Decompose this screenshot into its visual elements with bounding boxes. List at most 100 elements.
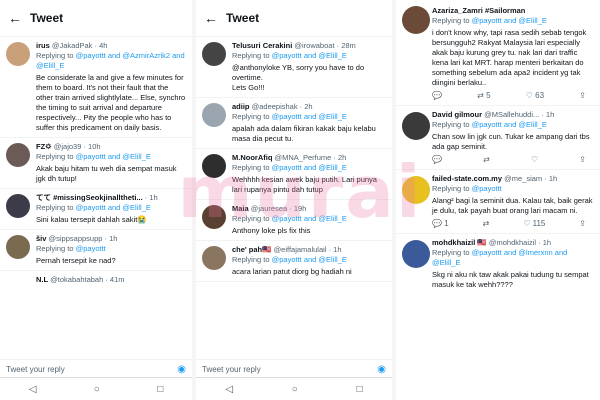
author-name[interactable]: Azariza_Zamri #Sailorman — [432, 6, 525, 15]
tweet-reply[interactable]: Azariza_Zamri #Sailorman Replying to @pa… — [396, 0, 600, 106]
like-icon[interactable]: ♡ — [531, 155, 538, 165]
replying-to-label: Replying to — [432, 16, 472, 25]
author-handle: · 1h — [144, 193, 158, 202]
page-title: Tweet — [30, 11, 64, 25]
android-nav-bar: ◁ ○ □ — [0, 377, 192, 400]
retweet-icon[interactable]: ⇄ — [483, 155, 490, 165]
like-button[interactable]: ♡ 115 — [523, 219, 545, 229]
author-name[interactable]: adiip — [232, 102, 250, 111]
reply-composer[interactable]: Tweet your reply ◉ — [196, 359, 392, 378]
mention-links[interactable]: @payottt and @Elill_E — [272, 163, 347, 172]
tweet-reply[interactable]: mohdkhaizil 🇲🇾 @mohdkhaizil · 1h Replyin… — [396, 234, 600, 294]
avatar[interactable] — [6, 42, 30, 66]
tweet-actions: 💬 ⇄ 5 ♡ 63 ⇪ — [432, 91, 594, 101]
share-icon[interactable]: ⇪ — [579, 155, 586, 165]
mention-links[interactable]: @payottt and @Elill_E — [472, 16, 547, 25]
mention-links[interactable]: @payottt and @Elill_E — [472, 120, 547, 129]
tweet-reply[interactable]: Maia @jauresea · 19h Replying to @payott… — [196, 200, 392, 241]
tweet-reply[interactable]: FZ🌣 @jajo39 · 10h Replying to @payottt a… — [0, 138, 192, 189]
reply-icon[interactable]: 💬 — [432, 155, 442, 165]
mention-links[interactable]: @payottt and @Elill_E — [272, 51, 347, 60]
share-icon[interactable]: ⇪ — [579, 219, 586, 229]
author-name[interactable]: てて #missingSeokjinalltheti... — [36, 193, 143, 202]
author-name[interactable]: Maia — [232, 204, 249, 213]
author-name[interactable]: šiv — [36, 234, 46, 243]
tweet-text: Skg ni aku nk taw akak pakai tudung tu s… — [432, 270, 589, 289]
tweet-actions: 💬 1 ⇄ ♡ 115 ⇪ — [432, 219, 594, 229]
avatar[interactable] — [402, 112, 430, 140]
tweet-reply[interactable]: šiv @sippsappsupp · 1h Replying to @payo… — [0, 230, 192, 271]
tweet-reply[interactable]: David gilmour @MSallehuddi... · 1h Reply… — [396, 106, 600, 170]
thread-header: ← Tweet — [196, 0, 392, 37]
replying-to-label: Replying to — [232, 255, 272, 264]
tweet-reply[interactable]: てて #missingSeokjinalltheti... · 1h Reply… — [0, 189, 192, 230]
tweet-reply[interactable]: irus @JakadPak · 4h Replying to @payottt… — [0, 37, 192, 138]
author-name[interactable]: che' pah🇲🇾 — [232, 245, 271, 254]
mention-links[interactable]: @payottt and @Elill_E — [272, 112, 347, 121]
author-handle: @MSallehuddi... · 1h — [484, 110, 555, 119]
nav-back-icon[interactable]: ◁ — [29, 384, 37, 395]
tweet-reply[interactable]: Telusuri Cerakini @irowaboat · 28m Reply… — [196, 37, 392, 98]
reply-input[interactable]: Tweet your reply — [6, 365, 177, 374]
tweet-thread-panel-2: ← Tweet Telusuri Cerakini @irowaboat · 2… — [196, 0, 392, 400]
mention-links[interactable]: @payottt and @Elill_E — [272, 214, 347, 223]
back-arrow-icon[interactable]: ← — [0, 10, 30, 26]
tweet-text: Akak baju hitam tu weh dia sempat masuk … — [36, 164, 177, 183]
author-handle: @irowaboat · 28m — [294, 41, 356, 50]
author-name[interactable]: N.L — [36, 275, 48, 284]
avatar[interactable] — [202, 103, 226, 127]
avatar[interactable] — [202, 154, 226, 178]
author-handle: @sippsappsupp · 1h — [48, 234, 118, 243]
avatar[interactable] — [202, 246, 226, 270]
tweet-text: @anthonyloke YB, sorry you have to do ov… — [232, 63, 365, 92]
retweet-icon[interactable]: ⇄ — [483, 219, 490, 229]
avatar[interactable] — [402, 240, 430, 268]
mention-links[interactable]: @payottt and @Elill_E — [76, 152, 151, 161]
nav-recents-icon[interactable]: □ — [157, 384, 163, 395]
avatar[interactable] — [202, 205, 226, 229]
avatar[interactable] — [6, 194, 30, 218]
avatar[interactable] — [6, 235, 30, 259]
tweet-reply[interactable]: che' pah🇲🇾 @eiffajamalulail · 1h Replyin… — [196, 241, 392, 282]
author-handle: @me_siam · 1h — [504, 174, 558, 183]
author-name[interactable]: David gilmour — [432, 110, 482, 119]
like-button[interactable]: ♡ 63 — [526, 91, 544, 101]
reply-composer[interactable]: Tweet your reply ◉ — [0, 359, 192, 378]
author-name[interactable]: mohdkhaizil 🇲🇾 — [432, 238, 487, 247]
mention-links[interactable]: @payottt — [76, 244, 106, 253]
author-name[interactable]: FZ🌣 — [36, 142, 52, 151]
reply-icon[interactable]: 💬 — [432, 91, 442, 101]
tweet-reply[interactable]: M.NoorAfiq @MNA_Perfume · 2h Replying to… — [196, 149, 392, 200]
author-handle: @jajo39 · 10h — [53, 142, 101, 151]
tweet-reply[interactable]: N.L @tokabahtabah · 41m — [0, 271, 192, 289]
tweet-text: Sini kalau tersepit dahlah sakit😭 — [36, 215, 147, 224]
back-arrow-icon[interactable]: ← — [196, 10, 226, 26]
camera-icon[interactable]: ◉ — [177, 364, 186, 375]
tweet-reply[interactable]: failed-state.com.my @me_siam · 1h Replyi… — [396, 170, 600, 234]
android-nav-bar: ◁ ○ □ — [196, 377, 392, 400]
author-name[interactable]: irus — [36, 41, 50, 50]
nav-home-icon[interactable]: ○ — [292, 384, 298, 395]
author-handle: @tokabahtabah · 41m — [50, 275, 125, 284]
mention-links[interactable]: @payottt and @Elill_E — [76, 203, 151, 212]
camera-icon[interactable]: ◉ — [377, 364, 386, 375]
author-name[interactable]: failed-state.com.my — [432, 174, 502, 183]
reply-input[interactable]: Tweet your reply — [202, 365, 377, 374]
avatar[interactable] — [402, 176, 430, 204]
reply-button[interactable]: 💬 1 — [432, 219, 449, 229]
tweet-reply[interactable]: adiip @adeepishak · 2h Replying to @payo… — [196, 98, 392, 149]
author-name[interactable]: M.NoorAfiq — [232, 153, 272, 162]
tweet-text: acara larian patut diorg bg hadiah ni — [232, 267, 352, 276]
share-icon[interactable]: ⇪ — [579, 91, 586, 101]
retweet-button[interactable]: ⇄ 5 — [477, 91, 490, 101]
mention-links[interactable]: @payottt — [472, 184, 502, 193]
avatar[interactable] — [202, 42, 226, 66]
nav-back-icon[interactable]: ◁ — [225, 384, 233, 395]
nav-recents-icon[interactable]: □ — [357, 384, 363, 395]
author-name[interactable]: Telusuri Cerakini — [232, 41, 292, 50]
nav-home-icon[interactable]: ○ — [94, 384, 100, 395]
avatar[interactable] — [402, 6, 430, 34]
avatar[interactable] — [6, 143, 30, 167]
mention-links[interactable]: @payottt and @Elill_E — [272, 255, 347, 264]
page-title: Tweet — [226, 11, 260, 25]
